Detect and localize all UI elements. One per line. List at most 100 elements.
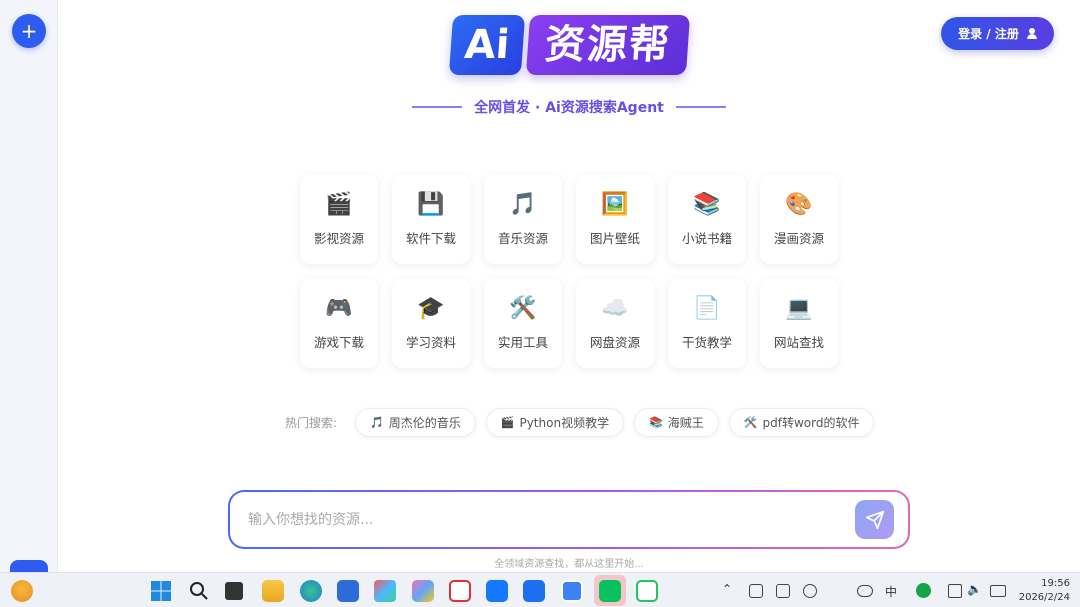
tools-icon: 🛠️ xyxy=(743,416,758,429)
battery-icon[interactable] xyxy=(990,585,1006,597)
tray-icon[interactable] xyxy=(749,584,763,598)
category-card[interactable]: 🖼️ 图片壁纸 xyxy=(576,174,654,264)
category-label: 网站查找 xyxy=(773,334,824,350)
sidebar: + xyxy=(0,0,58,572)
login-register-button[interactable]: 登录 / 注册 xyxy=(941,17,1054,50)
chevron-up-icon[interactable]: ⌃ xyxy=(722,582,732,596)
copilot-icon[interactable] xyxy=(412,580,434,602)
category-grid: 🎬 影视资源 💾 软件下载 🎵 音乐资源 🖼️ 图片壁纸 📚 小说书籍 🎨 漫画资源 🎮 游戏… xyxy=(300,174,838,368)
sidebar-bottom-button[interactable] xyxy=(10,560,48,572)
graduation-cap-icon: 🎓 xyxy=(417,295,445,321)
category-card[interactable]: 📄 干货教学 xyxy=(668,278,746,368)
category-card[interactable]: 💻 网站查找 xyxy=(760,278,838,368)
network-icon[interactable] xyxy=(948,584,962,598)
category-label: 网盘资源 xyxy=(589,334,640,350)
hot-search-chip[interactable]: 🎵 周杰伦的音乐 xyxy=(355,408,476,437)
clock[interactable]: 19:56 2026/2/24 xyxy=(1018,577,1070,605)
app-icon[interactable] xyxy=(523,580,545,602)
ime-indicator[interactable]: 中 xyxy=(885,583,897,600)
hot-search-chip[interactable]: 🛠️ pdf转word的软件 xyxy=(728,408,875,437)
store-icon[interactable] xyxy=(337,580,359,602)
app-tray-icon[interactable] xyxy=(916,583,931,598)
palette-icon: 🎨 xyxy=(785,191,813,217)
app-icon[interactable] xyxy=(561,580,583,602)
books-icon: 📚 xyxy=(693,191,721,217)
logo: Ai 资源帮 xyxy=(448,15,691,77)
app-icon[interactable] xyxy=(374,580,396,602)
category-card[interactable]: 🎵 音乐资源 xyxy=(484,174,562,264)
category-card[interactable]: 🛠️ 实用工具 xyxy=(484,278,562,368)
tagline: 全网首发 · Ai资源搜索Agent xyxy=(412,97,726,117)
weather-icon[interactable] xyxy=(11,580,33,602)
laptop-icon: 💻 xyxy=(785,295,813,321)
category-label: 学习资料 xyxy=(405,334,456,350)
chip-text: 周杰伦的音乐 xyxy=(388,416,461,430)
category-label: 影视资源 xyxy=(313,230,364,246)
tagline-line-left xyxy=(412,106,463,108)
new-chat-button[interactable]: + xyxy=(12,14,46,48)
logo-ai-text: Ai xyxy=(448,15,526,75)
category-label: 漫画资源 xyxy=(773,230,824,246)
category-card[interactable]: 🎨 漫画资源 xyxy=(760,174,838,264)
user-icon xyxy=(1026,28,1037,39)
footer-hint: 全领域资源查找，都从这里开始... xyxy=(494,559,644,570)
tagline-line-right xyxy=(675,106,726,108)
category-card[interactable]: ☁️ 网盘资源 xyxy=(576,278,654,368)
hot-search-chip[interactable]: 📚 海贼王 xyxy=(634,408,719,437)
chat-icon[interactable] xyxy=(636,580,658,602)
category-card[interactable]: 🎬 影视资源 xyxy=(300,174,378,264)
volume-icon[interactable]: 🔈 xyxy=(967,582,982,596)
gamepad-icon: 🎮 xyxy=(325,295,353,321)
search-icon[interactable] xyxy=(188,580,210,602)
edge-browser-icon[interactable] xyxy=(300,580,322,602)
category-label: 图片壁纸 xyxy=(589,230,640,246)
document-icon: 📄 xyxy=(693,295,721,321)
search-box-inner xyxy=(230,492,908,547)
search-input[interactable] xyxy=(248,511,855,528)
sync-icon[interactable] xyxy=(803,584,817,598)
hot-search-label: 热门搜索: xyxy=(285,416,338,430)
search-box xyxy=(228,490,910,549)
app-icon[interactable] xyxy=(486,580,508,602)
cloud-off-icon[interactable] xyxy=(857,585,873,597)
category-label: 游戏下载 xyxy=(313,334,364,350)
send-icon xyxy=(865,510,884,529)
chip-text: Python视频教学 xyxy=(519,416,610,430)
chip-text: 海贼王 xyxy=(667,416,704,430)
category-card[interactable]: 🎓 学习资料 xyxy=(392,278,470,368)
clapperboard-icon: 🎬 xyxy=(325,191,353,217)
taskbar: ⌃ 中 🔈 19:56 2026/2/24 xyxy=(0,572,1080,607)
category-card[interactable]: 📚 小说书籍 xyxy=(668,174,746,264)
file-explorer-icon[interactable] xyxy=(262,580,284,602)
tray-icon[interactable] xyxy=(776,584,790,598)
wechat-icon[interactable] xyxy=(599,580,621,602)
clapperboard-icon: 🎬 xyxy=(500,416,515,429)
category-card[interactable]: 💾 软件下载 xyxy=(392,174,470,264)
logo-cn-text: 资源帮 xyxy=(525,15,691,75)
framed-picture-icon: 🖼️ xyxy=(601,191,629,217)
chip-text: pdf转word的软件 xyxy=(762,416,860,430)
task-view-icon[interactable] xyxy=(225,582,243,600)
cloud-icon: ☁️ xyxy=(601,295,629,321)
hot-search-chip[interactable]: 🎬 Python视频教学 xyxy=(485,408,625,437)
category-label: 音乐资源 xyxy=(497,230,548,246)
send-button[interactable] xyxy=(855,500,894,539)
category-label: 干货教学 xyxy=(681,334,732,350)
music-note-icon: 🎵 xyxy=(370,416,384,429)
category-label: 小说书籍 xyxy=(681,230,732,246)
books-icon: 📚 xyxy=(649,416,663,429)
music-note-icon: 🎵 xyxy=(509,191,537,217)
category-label: 实用工具 xyxy=(497,334,548,350)
tools-icon: 🛠️ xyxy=(509,295,537,321)
category-label: 软件下载 xyxy=(405,230,456,246)
main-content: 登录 / 注册 Ai 资源帮 全网首发 · Ai资源搜索Agent 🎬 影视资源 … xyxy=(58,0,1080,572)
clock-date: 2026/2/24 xyxy=(1018,592,1070,603)
tagline-text: 全网首发 · Ai资源搜索Agent xyxy=(474,100,664,116)
login-register-label: 登录 / 注册 xyxy=(958,27,1019,41)
clock-time: 19:56 xyxy=(1041,578,1070,589)
windows-start-icon[interactable] xyxy=(150,580,172,602)
wps-icon[interactable] xyxy=(449,580,471,602)
category-card[interactable]: 🎮 游戏下载 xyxy=(300,278,378,368)
hot-search: 热门搜索: 🎵 周杰伦的音乐 🎬 Python视频教学 📚 海贼王 🛠️ pdf转wor… xyxy=(285,408,875,437)
floppy-disk-icon: 💾 xyxy=(417,191,445,217)
